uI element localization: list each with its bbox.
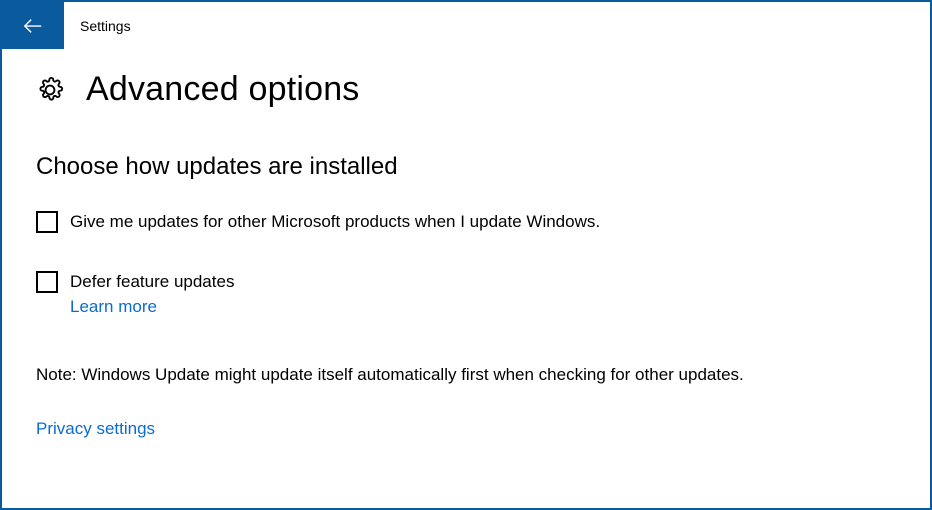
checkbox-defer-updates[interactable] (36, 271, 58, 293)
learn-more-link[interactable]: Learn more (70, 297, 157, 316)
back-button[interactable] (2, 2, 64, 49)
section-heading: Choose how updates are installed (36, 153, 896, 181)
checkbox-label-other-products: Give me updates for other Microsoft prod… (70, 211, 600, 233)
window-title: Settings (64, 2, 131, 49)
checkbox-other-products[interactable] (36, 211, 58, 233)
checkbox-label-defer-updates: Defer feature updates (70, 271, 234, 293)
page-header: Advanced options (36, 70, 896, 109)
option-other-products: Give me updates for other Microsoft prod… (36, 211, 896, 233)
privacy-settings-link[interactable]: Privacy settings (36, 419, 155, 438)
option-defer-updates: Defer feature updates (36, 271, 896, 293)
learn-more-wrap: Learn more (70, 297, 896, 317)
back-arrow-icon (22, 15, 44, 37)
titlebar: Settings (2, 2, 930, 50)
note-text: Note: Windows Update might update itself… (36, 365, 896, 385)
content-area: Advanced options Choose how updates are … (2, 50, 930, 439)
gear-icon (36, 76, 64, 104)
page-title: Advanced options (86, 70, 360, 109)
